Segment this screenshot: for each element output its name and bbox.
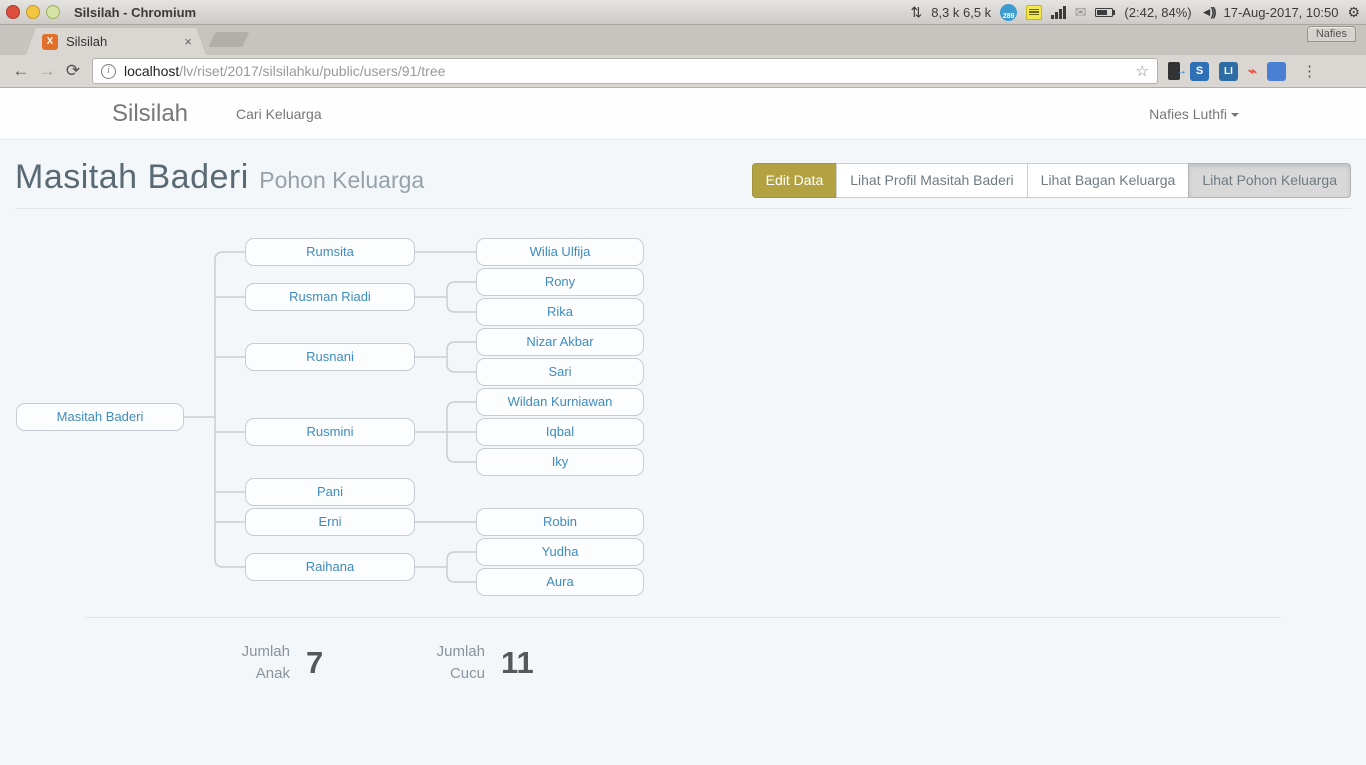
reload-icon[interactable]: ⟳: [60, 61, 86, 81]
system-tray: ⇅ 8,3 k 6,5 k 289 ✉ (2:42, 84%) ◄)) 17-A…: [910, 4, 1360, 21]
network-speed-text: 8,3 k 6,5 k: [931, 5, 991, 20]
extension-icons: S LI ⌁ ⋮: [1168, 62, 1317, 81]
user-dropdown[interactable]: Nafies Luthfi: [1149, 106, 1239, 122]
clock-text[interactable]: 17-Aug-2017, 10:50: [1224, 5, 1339, 20]
stats-divider: [85, 617, 1281, 618]
browser-toolbar: ← → ⟳ i localhost/lv/riset/2017/silsilah…: [0, 55, 1366, 88]
network-updown-icon[interactable]: ⇅: [910, 4, 922, 21]
stat-anak-label: JumlahAnak: [215, 641, 290, 685]
xampp-favicon-icon: X: [42, 34, 58, 50]
back-icon[interactable]: ←: [8, 61, 34, 81]
url-path: /lv/riset/2017/silsilahku/public/users/9…: [179, 63, 445, 79]
brand-silsilah[interactable]: Silsilah: [112, 100, 188, 128]
stat-cucu-value: 11: [501, 645, 534, 681]
battery-icon[interactable]: [1095, 8, 1115, 17]
mobile-extension-icon[interactable]: [1168, 62, 1180, 80]
gear-icon[interactable]: ⚙: [1347, 4, 1360, 21]
page-info-icon[interactable]: i: [101, 64, 116, 79]
screen: Silsilah - Chromium ⇅ 8,3 k 6,5 k 289 ✉ …: [0, 0, 1366, 765]
signal-strength-icon[interactable]: [1051, 5, 1066, 19]
chevron-down-icon: [1231, 113, 1239, 117]
window-close-button[interactable]: [6, 5, 20, 19]
volume-icon[interactable]: ◄)): [1201, 5, 1215, 19]
s-extension-icon[interactable]: S: [1190, 62, 1209, 81]
laravel-extension-icon[interactable]: ⌁: [1248, 62, 1257, 80]
page-content: Masitah Baderi Pohon Keluarga Edit Data …: [0, 140, 1366, 765]
system-panel: Silsilah - Chromium ⇅ 8,3 k 6,5 k 289 ✉ …: [0, 0, 1366, 25]
bookmark-star-icon[interactable]: ☆: [1136, 62, 1149, 80]
tree-connectors: [0, 140, 1366, 765]
forward-icon[interactable]: →: [34, 61, 60, 81]
mail-icon[interactable]: ✉: [1075, 4, 1087, 21]
window-minimize-button[interactable]: [26, 5, 40, 19]
new-tab-button[interactable]: [209, 32, 250, 47]
family-tree: Masitah BaderiRumsitaWilia UlfijaRusman …: [0, 140, 1366, 765]
app-navbar: Silsilah Cari Keluarga Nafies Luthfi: [0, 88, 1366, 140]
battery-status-text: (2:42, 84%): [1124, 5, 1191, 20]
blue-extension-icon[interactable]: [1267, 62, 1286, 81]
browser-menu-icon[interactable]: ⋮: [1302, 62, 1317, 80]
li-extension-icon[interactable]: LI: [1219, 62, 1238, 81]
tab-close-icon[interactable]: ×: [184, 34, 192, 49]
window-maximize-button[interactable]: [46, 5, 60, 19]
stat-anak-value: 7: [306, 645, 323, 681]
clipboard-list-icon[interactable]: [1026, 5, 1042, 20]
user-name: Nafies Luthfi: [1149, 106, 1227, 122]
nav-link-cari-keluarga[interactable]: Cari Keluarga: [236, 106, 322, 122]
tab-title: Silsilah: [66, 34, 184, 49]
address-bar[interactable]: i localhost/lv/riset/2017/silsilahku/pub…: [92, 58, 1158, 84]
stat-cucu-label: JumlahCucu: [410, 641, 485, 685]
url-host: localhost: [124, 63, 179, 79]
browser-tab-silsilah[interactable]: X Silsilah ×: [26, 28, 206, 55]
notification-badge-icon[interactable]: 289: [1000, 4, 1017, 21]
window-title: Silsilah - Chromium: [74, 5, 196, 20]
window-controls: [6, 5, 60, 19]
chromium-profile-badge[interactable]: Nafies: [1307, 26, 1356, 42]
tab-bar: X Silsilah ×: [0, 25, 1366, 55]
